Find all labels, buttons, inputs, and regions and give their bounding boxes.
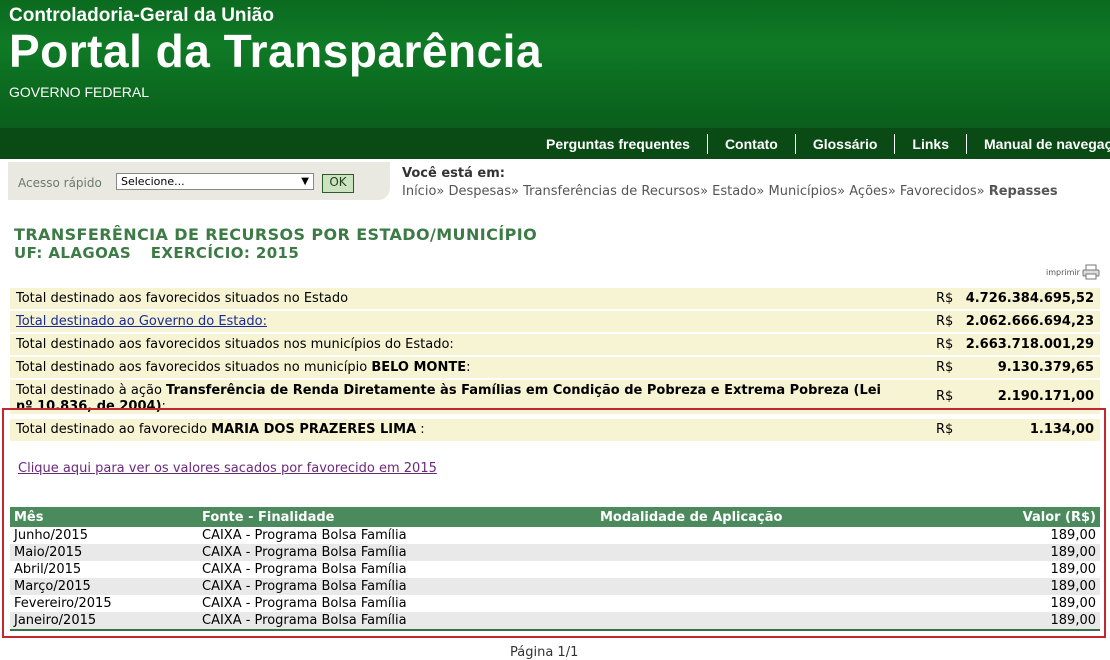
cell-modalidade <box>596 595 934 612</box>
dropdown-arrow-icon: ▼ <box>301 176 309 187</box>
cell-valor: 189,00 <box>934 544 1100 561</box>
site-title[interactable]: Portal da Transparência <box>9 24 542 78</box>
cell-mes: Março/2015 <box>10 578 198 595</box>
table-header-row: Mês Fonte - Finalidade Modalidade de Apl… <box>10 507 1100 527</box>
nav-faq[interactable]: Perguntas frequentes <box>529 134 707 154</box>
cell-mes: Janeiro/2015 <box>10 612 198 629</box>
governo-estado-link[interactable]: Total destinado ao Governo do Estado: <box>16 314 267 329</box>
breadcrumb-item[interactable]: Despesas <box>449 184 512 199</box>
cell-valor: 189,00 <box>1050 562 1097 577</box>
breadcrumb-current: Repasses <box>988 184 1058 199</box>
cell-modalidade <box>596 527 934 544</box>
summary-value: 9.130.379,65 <box>997 360 1094 375</box>
breadcrumb-item[interactable]: Municípios <box>769 184 838 199</box>
summary-value: 2.190.171,00 <box>997 389 1094 404</box>
breadcrumb-item[interactable]: Favorecidos <box>900 184 977 199</box>
breadcrumb-item[interactable]: Início <box>402 184 436 199</box>
breadcrumb-heading: Você está em: <box>402 166 505 181</box>
currency: R$ <box>936 291 954 306</box>
currency: R$ <box>936 314 954 329</box>
cell-mes: Abril/2015 <box>14 562 82 577</box>
table-bottom-rule <box>10 629 1100 631</box>
nav-contact[interactable]: Contato <box>706 133 795 154</box>
quick-access-panel: Acesso rápido Selecione... ▼ OK <box>8 162 390 200</box>
cell-modalidade <box>596 544 934 561</box>
table-row: Março/2015 CAIXA - Programa Bolsa Famíli… <box>10 578 1100 595</box>
summary-label: Total destinado aos favorecidos situados… <box>16 360 471 375</box>
currency: R$ <box>936 389 954 404</box>
summary-value: 2.663.718.001,29 <box>965 337 1094 352</box>
nav-glossary[interactable]: Glossário <box>794 133 895 154</box>
col-modalidade[interactable]: Modalidade de Aplicação <box>596 507 934 527</box>
quick-access-select-value: Selecione... <box>121 175 185 188</box>
cell-fonte: CAIXA - Programa Bolsa Família <box>198 578 596 595</box>
quick-access-label: Acesso rápido <box>18 176 102 190</box>
nav-items: Perguntas frequentes Contato Glossário L… <box>529 128 1110 159</box>
table-row: Abril/2015 CAIXA - Programa Bolsa Famíli… <box>10 561 1100 578</box>
saques-link[interactable]: Clique aqui para ver os valores sacados … <box>18 461 437 476</box>
pagination-label: Página 1/1 <box>510 645 579 660</box>
table-row: Maio/2015 CAIXA - Programa Bolsa Família… <box>10 544 1100 561</box>
cell-fonte: CAIXA - Programa Bolsa Família <box>202 596 407 611</box>
col-valor[interactable]: Valor (R$) <box>934 507 1100 527</box>
printer-icon <box>1082 264 1100 280</box>
site-header: Controladoria-Geral da União Portal da T… <box>0 0 1110 128</box>
summary-label: Total destinado aos favorecidos situados… <box>16 291 349 306</box>
nav-manual[interactable]: Manual de navegação <box>966 133 1110 154</box>
breadcrumb: Início» Despesas» Transferências de Recu… <box>402 184 1058 199</box>
cell-valor: 189,00 <box>1050 528 1097 543</box>
cell-fonte: CAIXA - Programa Bolsa Família <box>198 544 596 561</box>
cell-mes: Maio/2015 <box>10 544 198 561</box>
quick-access-ok-button[interactable]: OK <box>322 174 354 193</box>
uf-label: UF: ALAGOAS <box>14 244 132 262</box>
cell-modalidade <box>596 578 934 595</box>
cell-fonte: CAIXA - Programa Bolsa Família <box>202 528 407 543</box>
nav-links[interactable]: Links <box>894 133 966 154</box>
summary-value: 2.062.666.694,23 <box>965 314 1094 329</box>
cell-fonte: CAIXA - Programa Bolsa Família <box>198 612 596 629</box>
summary-value: 4.726.384.695,52 <box>965 291 1094 306</box>
col-mes[interactable]: Mês <box>10 507 198 527</box>
quick-access-select[interactable]: Selecione... ▼ <box>116 173 314 190</box>
breadcrumb-item[interactable]: Estado <box>712 184 756 199</box>
gov-label: GOVERNO FEDERAL <box>9 84 150 100</box>
repasses-table: Mês Fonte - Finalidade Modalidade de Apl… <box>10 507 1100 629</box>
cell-modalidade <box>596 612 934 629</box>
cell-mes: Fevereiro/2015 <box>14 596 112 611</box>
table-row: Fevereiro/2015 CAIXA - Programa Bolsa Fa… <box>10 595 1100 612</box>
col-fonte[interactable]: Fonte - Finalidade <box>198 507 596 527</box>
print-label: imprimir <box>1046 267 1080 277</box>
summary-row: Total destinado aos favorecidos situados… <box>10 288 1100 311</box>
breadcrumb-item[interactable]: Transferências de Recursos <box>523 184 700 199</box>
page-subtitle: UF: ALAGOAS EXERCÍCIO: 2015 <box>14 244 313 262</box>
summary-row: Total destinado ao Governo do Estado: R$… <box>10 311 1100 334</box>
top-nav: Perguntas frequentes Contato Glossário L… <box>0 128 1110 159</box>
cell-modalidade <box>596 561 934 578</box>
summary-row: Total destinado aos favorecidos situados… <box>10 357 1100 380</box>
exercicio-label: EXERCÍCIO: 2015 <box>150 244 300 262</box>
currency: R$ <box>936 337 954 352</box>
cell-valor: 189,00 <box>934 578 1100 595</box>
table-row: Junho/2015 CAIXA - Programa Bolsa Famíli… <box>10 527 1100 544</box>
summary-label: Total destinado aos favorecidos situados… <box>16 337 454 352</box>
cell-mes: Junho/2015 <box>14 528 88 543</box>
cell-fonte: CAIXA - Programa Bolsa Família <box>202 562 407 577</box>
table-row: Janeiro/2015 CAIXA - Programa Bolsa Famí… <box>10 612 1100 629</box>
municipio-name: BELO MONTE <box>371 360 467 375</box>
currency: R$ <box>936 360 954 375</box>
breadcrumb-item[interactable]: Ações <box>849 184 888 199</box>
page-title: TRANSFERÊNCIA DE RECURSOS POR ESTADO/MUN… <box>14 225 538 244</box>
cell-valor: 189,00 <box>1050 596 1097 611</box>
cell-valor: 189,00 <box>934 612 1100 629</box>
summary-row: Total destinado aos favorecidos situados… <box>10 334 1100 357</box>
print-button[interactable]: imprimir <box>1046 264 1100 280</box>
